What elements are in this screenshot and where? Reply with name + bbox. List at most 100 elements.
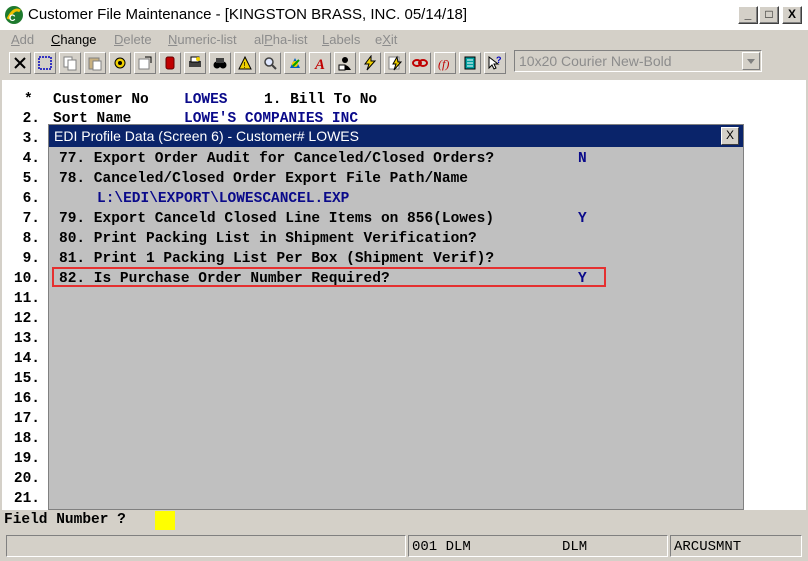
field-number-label: Field Number ? bbox=[4, 512, 126, 528]
star-marker: * bbox=[24, 92, 33, 108]
edi-line-77[interactable]: 77. Export Order Audit for Canceled/Clos… bbox=[59, 151, 494, 167]
toolbar-run-button[interactable] bbox=[359, 52, 381, 74]
row-number: 14. bbox=[13, 351, 40, 367]
toolbar-find-button[interactable] bbox=[209, 52, 231, 74]
properties-icon bbox=[138, 56, 152, 70]
minimize-button[interactable]: _ bbox=[738, 6, 758, 24]
edi-line-80[interactable]: 80. Print Packing List in Shipment Verif… bbox=[59, 231, 477, 247]
font-select-dropdown-button[interactable] bbox=[742, 52, 760, 70]
chevron-down-icon bbox=[747, 59, 755, 64]
toolbar-font-button[interactable]: A bbox=[309, 52, 331, 74]
menu-numeric-list[interactable]: Numeric-list bbox=[168, 32, 237, 47]
status-user: DLM bbox=[562, 539, 588, 555]
toolbar-close-button[interactable] bbox=[9, 52, 31, 74]
status-bar: 001 DLM DLM ARCUSMNT bbox=[0, 533, 808, 561]
palette-icon bbox=[290, 58, 300, 68]
edi-line-79[interactable]: 79. Export Canceld Closed Line Items on … bbox=[59, 211, 494, 227]
field-number-input[interactable] bbox=[155, 511, 175, 530]
person-icon bbox=[338, 57, 351, 71]
row-number: 10. bbox=[13, 271, 40, 287]
toolbar-copy-button[interactable] bbox=[59, 52, 81, 74]
row-number: 6. bbox=[22, 191, 40, 207]
edi-line-81[interactable]: 81. Print 1 Packing List Per Box (Shipme… bbox=[59, 251, 494, 267]
row-number: 17. bbox=[13, 411, 40, 427]
status-pane-program: ARCUSMNT bbox=[670, 535, 802, 557]
toolbar-help-button[interactable]: ? bbox=[484, 52, 506, 74]
menu-change[interactable]: Change bbox=[51, 32, 97, 47]
row-number: 8. bbox=[22, 231, 40, 247]
dialog-close-button[interactable]: X bbox=[721, 127, 739, 145]
status-session: 001 DLM bbox=[412, 539, 471, 555]
edi-line-78[interactable]: 78. Canceled/Closed Order Export File Pa… bbox=[59, 171, 468, 187]
status-pane-message bbox=[6, 535, 406, 557]
status-program: ARCUSMNT bbox=[674, 539, 742, 555]
toolbar-alert-button[interactable]: ! bbox=[234, 52, 256, 74]
bill-to-label: 1. Bill To No bbox=[264, 92, 378, 108]
row-number: 7. bbox=[22, 211, 40, 227]
svg-text:!: ! bbox=[244, 61, 246, 70]
window-title: Customer File Maintenance - [KINGSTON BR… bbox=[28, 6, 468, 23]
toolbar-properties-button[interactable] bbox=[134, 52, 156, 74]
toolbar-select-button[interactable] bbox=[34, 52, 56, 74]
edi-value-78-path[interactable]: L:\EDI\EXPORT\LOWESCANCEL.EXP bbox=[97, 191, 349, 207]
select-icon bbox=[38, 56, 52, 70]
svg-text:C: C bbox=[9, 13, 16, 23]
row-number: 21. bbox=[13, 491, 40, 507]
toolbar-settings-button[interactable] bbox=[109, 52, 131, 74]
toolbar-contact-button[interactable] bbox=[334, 52, 356, 74]
row-number: 16. bbox=[13, 391, 40, 407]
toolbar-list-button[interactable] bbox=[459, 52, 481, 74]
svg-text:A: A bbox=[314, 57, 325, 71]
toolbar-search-button[interactable] bbox=[259, 52, 281, 74]
row-number: 13. bbox=[13, 331, 40, 347]
dialog-title-bar: EDI Profile Data (Screen 6) - Customer# … bbox=[49, 125, 743, 147]
row-number: 2. bbox=[22, 111, 40, 127]
warning-icon: ! bbox=[238, 55, 252, 70]
menu-bar: Add Change Delete Numeric-list alPha-lis… bbox=[0, 30, 808, 50]
link-icon bbox=[412, 59, 428, 67]
field-number-bar: Field Number ? bbox=[0, 510, 808, 532]
toolbar-run-page-button[interactable] bbox=[384, 52, 406, 74]
row-number: 20. bbox=[13, 471, 40, 487]
list-icon bbox=[464, 56, 476, 70]
menu-add[interactable]: Add bbox=[11, 32, 34, 47]
binoculars-icon bbox=[213, 58, 227, 69]
row-number: 3. bbox=[22, 131, 40, 147]
edi-profile-dialog: EDI Profile Data (Screen 6) - Customer# … bbox=[48, 124, 744, 510]
font-select-value: 10x20 Courier New-Bold bbox=[519, 53, 672, 69]
toolbar-link-button[interactable] bbox=[409, 52, 431, 74]
close-button[interactable]: X bbox=[782, 6, 802, 24]
customer-no-label: Customer No bbox=[53, 92, 149, 108]
row-number: 4. bbox=[22, 151, 40, 167]
font-select[interactable]: 10x20 Courier New-Bold bbox=[514, 50, 762, 72]
toolbar-print-button[interactable] bbox=[184, 52, 206, 74]
row-number: 9. bbox=[22, 251, 40, 267]
menu-exit[interactable]: eXit bbox=[375, 32, 397, 47]
title-bar: C Customer File Maintenance - [KINGSTON … bbox=[0, 0, 808, 30]
lightning-icon bbox=[364, 55, 377, 71]
maximize-button[interactable]: □ bbox=[759, 6, 779, 24]
menu-labels[interactable]: Labels bbox=[322, 32, 360, 47]
customer-no-value[interactable]: LOWES bbox=[184, 92, 228, 108]
row-number: 11. bbox=[13, 291, 40, 307]
app-logo-icon: C bbox=[5, 6, 23, 24]
settings-icon bbox=[114, 57, 126, 69]
svg-text:(f): (f) bbox=[438, 57, 449, 71]
row-number: 5. bbox=[22, 171, 40, 187]
menu-alpha-list[interactable]: alPha-list bbox=[254, 32, 307, 47]
font-a-icon: A bbox=[314, 57, 325, 71]
row-number: 18. bbox=[13, 431, 40, 447]
status-pane-user: 001 DLM DLM bbox=[408, 535, 668, 557]
toolbar-paste-button[interactable] bbox=[84, 52, 106, 74]
edi-value-77[interactable]: N bbox=[578, 151, 587, 167]
row-number: 12. bbox=[13, 311, 40, 327]
toolbar-palette-button[interactable] bbox=[284, 52, 306, 74]
function-icon: (f) bbox=[438, 57, 449, 71]
toolbar-function-button[interactable]: (f) bbox=[434, 52, 456, 74]
row-number: 19. bbox=[13, 451, 40, 467]
search-icon bbox=[264, 57, 277, 70]
copy-icon bbox=[63, 56, 77, 71]
toolbar-database-button[interactable] bbox=[159, 52, 181, 74]
menu-delete[interactable]: Delete bbox=[114, 32, 152, 47]
edi-value-79[interactable]: Y bbox=[578, 211, 587, 227]
